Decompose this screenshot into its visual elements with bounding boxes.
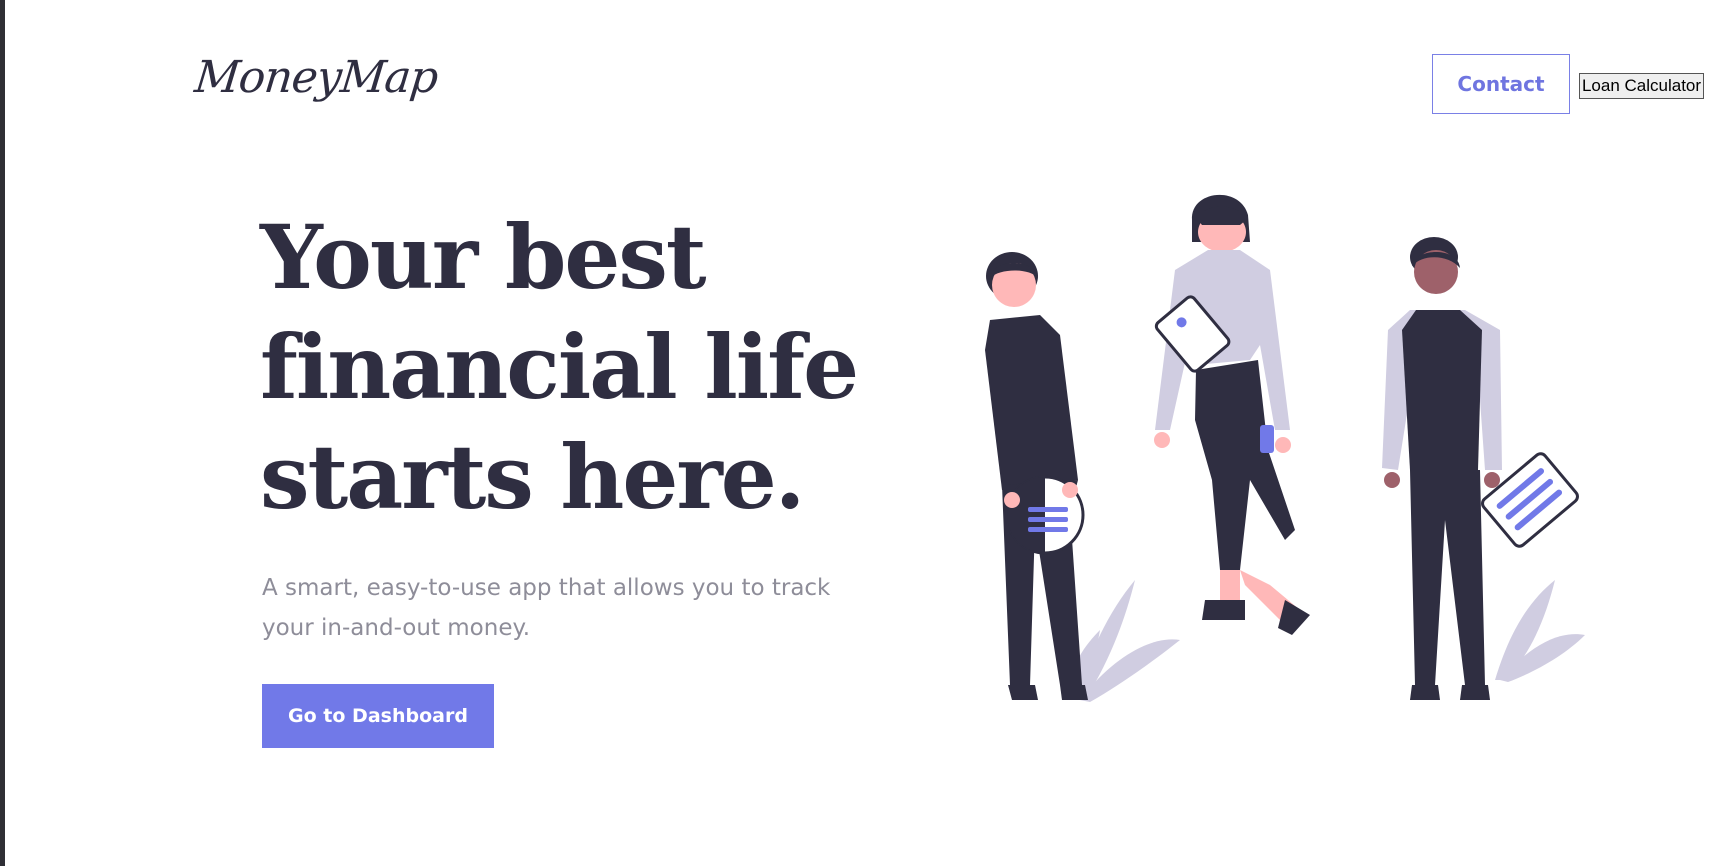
man-left bbox=[985, 252, 1088, 700]
headline-line-2: financial life bbox=[260, 315, 859, 419]
subtitle-line-2: your in-and-out money. bbox=[262, 615, 531, 641]
headline-line-3: starts here. bbox=[260, 425, 805, 529]
hero-subtitle: A smart, easy-to-use app that allows you… bbox=[262, 568, 862, 648]
logo[interactable]: MoneyMap bbox=[192, 52, 440, 103]
plant-right bbox=[1495, 580, 1585, 682]
headline-line-1: Your best bbox=[260, 205, 707, 309]
man-right bbox=[1382, 237, 1579, 700]
people-illustration bbox=[985, 194, 1585, 702]
subtitle-line-1: A smart, easy-to-use app that allows you… bbox=[262, 575, 831, 601]
contact-button[interactable]: Contact bbox=[1432, 54, 1570, 114]
go-to-dashboard-button[interactable]: Go to Dashboard bbox=[262, 684, 494, 748]
window-edge bbox=[0, 0, 5, 866]
page: MoneyMap Contact Loan Calculator Your be… bbox=[0, 0, 1722, 866]
plant-left bbox=[1065, 580, 1180, 702]
loan-calculator-button[interactable]: Loan Calculator bbox=[1579, 73, 1704, 99]
woman-middle bbox=[1154, 194, 1310, 635]
hero-headline: Your best financial life starts here. bbox=[260, 202, 880, 532]
